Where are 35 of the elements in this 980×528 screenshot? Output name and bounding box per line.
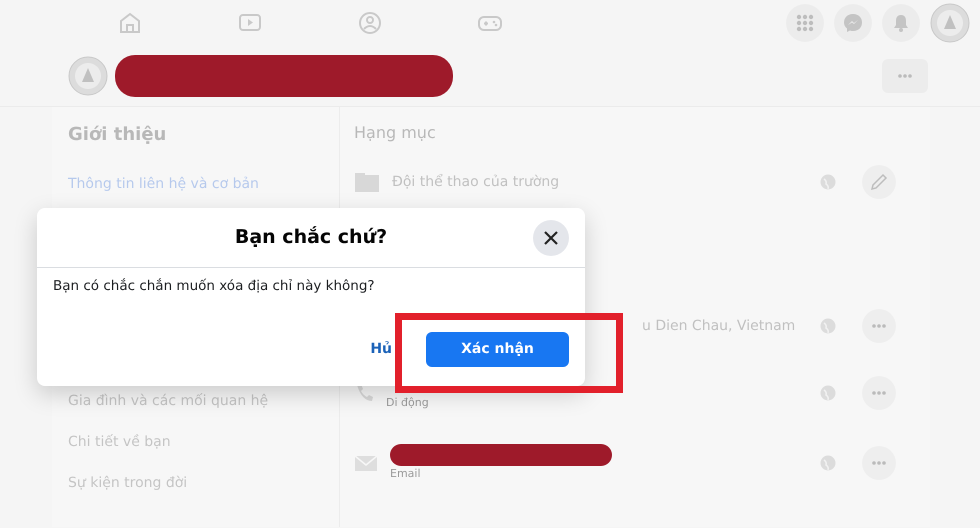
more-button[interactable] <box>862 376 896 410</box>
section-heading: Hạng mục <box>354 122 437 144</box>
more-icon <box>897 72 913 78</box>
more-icon <box>871 460 887 466</box>
messenger-button[interactable] <box>834 4 872 42</box>
grid-icon <box>796 14 814 32</box>
bell-icon <box>892 12 910 32</box>
more-button[interactable] <box>862 309 896 343</box>
notifications-button[interactable] <box>882 4 920 42</box>
dialog-message: Bạn có chắc chắn muốn xóa địa chỉ này không? <box>52 277 376 296</box>
confirm-button[interactable]: Xác nhận <box>426 332 569 368</box>
avatar <box>68 56 108 96</box>
close-icon <box>543 230 559 246</box>
people-icon[interactable] <box>357 10 383 36</box>
close-button[interactable] <box>533 220 569 256</box>
globe-icon[interactable] <box>820 174 836 190</box>
detail-label: Email <box>390 466 422 482</box>
pencil-icon <box>869 172 889 192</box>
sidebar-item[interactable]: Thông tin liên hệ và cơ bản <box>68 174 259 195</box>
edit-button[interactable] <box>862 165 896 199</box>
section-title: Giới thiệu <box>68 123 168 147</box>
globe-icon[interactable] <box>820 385 836 402</box>
dialog-title: Bạn chắc chứ? <box>234 225 388 250</box>
detail-label: Di động <box>386 395 429 411</box>
more-button[interactable] <box>862 446 896 480</box>
globe-icon[interactable] <box>820 454 836 471</box>
apps-button[interactable] <box>786 4 824 42</box>
cancel-button[interactable]: Hủ <box>370 339 392 360</box>
more-icon <box>871 323 887 329</box>
folder-icon <box>354 172 380 192</box>
globe-icon[interactable] <box>820 318 836 334</box>
avatar[interactable] <box>930 2 970 42</box>
more-button[interactable] <box>882 58 928 92</box>
more-icon <box>871 390 887 396</box>
messenger-icon <box>843 12 863 32</box>
